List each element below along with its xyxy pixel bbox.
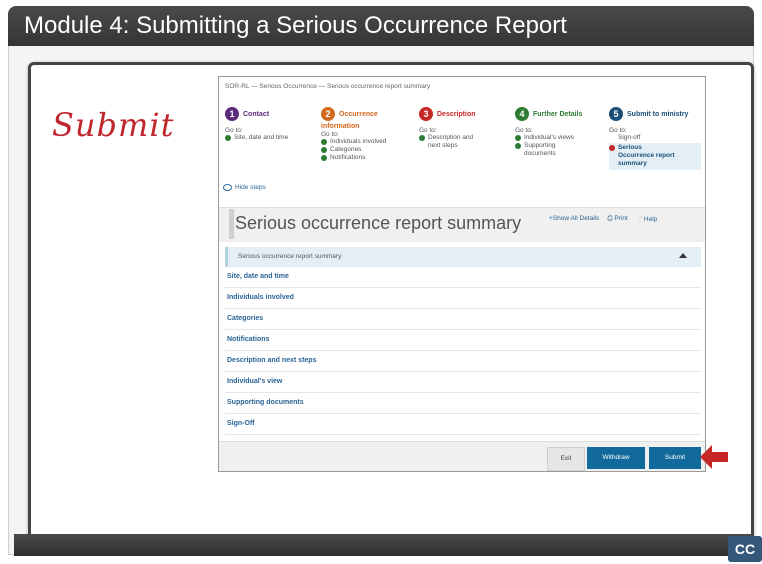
section-individuals-view[interactable]: Individual's view xyxy=(225,372,701,393)
section-individuals-involved[interactable]: Individuals involved xyxy=(225,288,701,309)
section-supporting-documents[interactable]: Supporting documents xyxy=(225,393,701,414)
page-actions: +Show All Details ⎙ Print ❔Help xyxy=(549,215,657,223)
print-link[interactable]: ⎙ Print xyxy=(607,215,627,223)
accordion-header-label: Serious occurrence report summary xyxy=(238,253,342,260)
goto-label: Go to: xyxy=(609,127,627,134)
step-name[interactable]: Submit to ministry xyxy=(627,111,688,118)
step-link[interactable]: Categories xyxy=(321,146,386,154)
step-name[interactable]: Further Details xyxy=(533,111,582,118)
help-icon: ❔ xyxy=(635,216,644,223)
section-description-next-steps[interactable]: Description and next steps xyxy=(225,351,701,372)
chevron-up-icon[interactable] xyxy=(679,253,687,258)
check-icon xyxy=(321,139,327,145)
check-icon xyxy=(225,135,231,141)
step-link[interactable]: Notifications xyxy=(321,154,386,162)
hide-steps-link[interactable]: Hide steps xyxy=(223,184,266,191)
step-number: 3 xyxy=(419,107,433,121)
step-submit-to-ministry: 5 Submit to ministry Go to: Sign-off Ser… xyxy=(609,107,701,170)
summary-sections: Serious occurrence report summary Site, … xyxy=(225,247,701,435)
step-name[interactable]: Contact xyxy=(243,111,269,118)
step-description: 3 Description Go to: Description and nex… xyxy=(419,107,476,150)
step-number: 4 xyxy=(515,107,529,121)
step-number: 1 xyxy=(225,107,239,121)
step-link[interactable]: Individuals involved xyxy=(321,138,386,146)
section-sign-off[interactable]: Sign-Off xyxy=(225,414,701,435)
check-icon xyxy=(321,147,327,153)
goto-label: Go to: xyxy=(515,127,533,134)
step-link[interactable]: Individual's views xyxy=(515,134,582,142)
step-name-cont: information xyxy=(321,123,360,130)
alert-icon xyxy=(609,145,615,151)
step-link[interactable]: Site, date and time xyxy=(225,134,288,142)
step-name[interactable]: Occurrence xyxy=(339,111,378,118)
goto-label: Go to: xyxy=(321,131,339,138)
breadcrumb: SOR-RL — Serious Occurrence — Serious oc… xyxy=(225,83,431,90)
check-icon xyxy=(515,143,521,149)
red-arrow-icon xyxy=(700,445,728,469)
current-step-link-cont: summary xyxy=(618,160,647,167)
goto-label: Go to: xyxy=(225,127,243,134)
step-name[interactable]: Description xyxy=(437,111,476,118)
summary-accent-bar xyxy=(229,209,234,239)
module-title-bar: Module 4: Submitting a Serious Occurrenc… xyxy=(8,6,754,46)
current-step-link-cont: Occurrence report xyxy=(618,152,675,159)
submit-button[interactable]: Submit xyxy=(649,447,701,469)
step-contact: 1 Contact Go to: Site, date and time xyxy=(225,107,288,142)
player-bottom-bar xyxy=(14,534,754,556)
step-number: 2 xyxy=(321,107,335,121)
section-notifications[interactable]: Notifications xyxy=(225,330,701,351)
step-link[interactable]: Sign-off xyxy=(609,134,701,142)
step-further-details: 4 Further Details Go to: Individual's vi… xyxy=(515,107,582,158)
app-screenshot: SOR-RL — Serious Occurrence — Serious oc… xyxy=(218,76,706,472)
steps-panel: 1 Contact Go to: Site, date and time 2 O… xyxy=(225,107,701,207)
goto-label: Go to: xyxy=(419,127,437,134)
step-link[interactable]: Description and xyxy=(419,134,476,142)
help-link[interactable]: ❔Help xyxy=(636,215,657,223)
page-title: Serious occurrence report summary xyxy=(235,213,522,233)
step-occurrence: 2 Occurrence information Go to: Individu… xyxy=(321,107,386,162)
accordion-header[interactable]: Serious occurrence report summary xyxy=(225,247,701,267)
exit-button[interactable]: Exit xyxy=(547,447,585,471)
section-categories[interactable]: Categories xyxy=(225,309,701,330)
withdraw-button[interactable]: Withdraw xyxy=(587,447,645,469)
step-number: 5 xyxy=(609,107,623,121)
check-icon xyxy=(419,135,425,141)
check-icon xyxy=(515,135,521,141)
eye-icon xyxy=(223,184,232,191)
submit-annotation: Submit xyxy=(52,106,175,144)
show-all-details-link[interactable]: +Show All Details xyxy=(549,215,599,223)
check-icon xyxy=(321,155,327,161)
step-link-cont[interactable]: next steps xyxy=(419,142,476,150)
current-step-highlight: Serious Occurrence report summary xyxy=(609,143,701,170)
module-title: Module 4: Submitting a Serious Occurrenc… xyxy=(24,12,567,39)
closed-captions-button[interactable]: CC xyxy=(728,536,762,562)
step-link-cont[interactable]: documents xyxy=(515,150,582,158)
section-site-date-time[interactable]: Site, date and time xyxy=(225,267,701,288)
current-step-link[interactable]: Serious xyxy=(609,144,701,152)
step-link[interactable]: Supporting xyxy=(515,142,582,150)
